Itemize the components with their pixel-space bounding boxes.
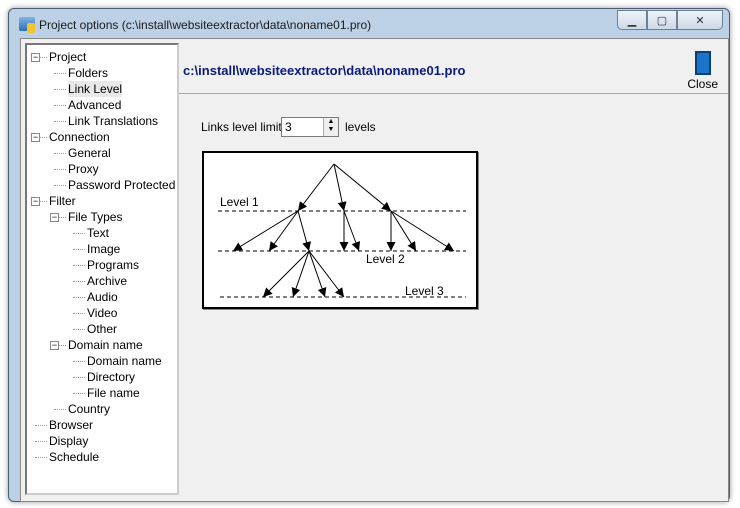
tree-connector [73, 281, 85, 282]
tree-connector [54, 105, 66, 106]
tree-connector [35, 441, 47, 442]
tree-item[interactable]: Proxy [68, 161, 99, 177]
link-arrow [291, 250, 310, 298]
link-arrow [308, 250, 345, 298]
tree-item[interactable]: Country [68, 401, 110, 417]
tree-item[interactable]: Project [49, 49, 86, 65]
tree-item[interactable]: Other [87, 321, 117, 337]
tree-item[interactable]: Advanced [68, 97, 121, 113]
header: c:\install\websiteextractor\data\noname0… [179, 39, 728, 94]
tree-item[interactable]: Filter [49, 193, 76, 209]
tree-item[interactable]: Directory [87, 369, 135, 385]
link-arrow [268, 210, 299, 252]
links-level-label: Links level limit [201, 120, 282, 134]
tree-item[interactable]: Display [49, 433, 88, 449]
tree-item[interactable]: Connection [49, 129, 110, 145]
tree-item[interactable]: Audio [87, 289, 118, 305]
link-arrow [262, 250, 310, 298]
level1-label: Level 1 [220, 195, 259, 209]
tree-item[interactable]: Schedule [49, 449, 99, 465]
tree-connector [73, 249, 85, 250]
link-arrow [297, 163, 335, 212]
tree-connector [73, 329, 85, 330]
tree-connector [54, 121, 66, 122]
collapse-toggle[interactable]: − [50, 341, 59, 350]
tree-item[interactable]: Link Translations [68, 113, 158, 129]
tree-item[interactable]: Browser [49, 417, 93, 433]
tree-connector [73, 265, 85, 266]
link-arrow [297, 210, 311, 252]
maximize-button[interactable]: ▢ [647, 10, 677, 30]
tree-item[interactable]: Programs [87, 257, 139, 273]
collapse-toggle[interactable]: − [50, 213, 59, 222]
links-level-value[interactable]: 3 [285, 120, 292, 134]
close-label: Close [687, 77, 718, 91]
links-level-stepper[interactable]: 3 ▲ ▼ [281, 117, 339, 137]
spin-up-button[interactable]: ▲ [324, 118, 338, 126]
tree-connector [54, 409, 66, 410]
link-arrow [390, 210, 455, 252]
collapse-toggle[interactable]: − [31, 197, 40, 206]
tree-connector [54, 185, 66, 186]
tree-item[interactable]: Image [87, 241, 120, 257]
tree-item[interactable]: Archive [87, 273, 127, 289]
tree-connector [35, 425, 47, 426]
tree-connector [54, 153, 66, 154]
link-arrow [390, 210, 417, 252]
levels-label: levels [345, 120, 376, 134]
tree-item[interactable]: General [68, 145, 111, 161]
window-title: Project options (c:\install\websiteextra… [39, 18, 372, 32]
close-button[interactable]: Close [687, 51, 718, 91]
link-level-panel: Links level limit 3 ▲ ▼ levels Level 1 Le… [179, 95, 728, 501]
tree-item[interactable]: Domain name [87, 353, 162, 369]
tree-connector [54, 89, 66, 90]
level2-label: Level 2 [366, 252, 405, 266]
link-arrow [343, 210, 361, 252]
tree-item[interactable]: Video [87, 305, 117, 321]
tree-connector [73, 233, 85, 234]
collapse-toggle[interactable]: − [31, 133, 40, 142]
link-arrow [308, 250, 327, 298]
door-icon [694, 51, 711, 75]
tree-connector [73, 313, 85, 314]
tree-item[interactable]: Text [87, 225, 109, 241]
tree-item[interactable]: Folders [68, 65, 108, 81]
tree-item[interactable]: File name [87, 385, 140, 401]
app-icon [19, 17, 35, 33]
link-arrow [232, 210, 299, 252]
tree-connector [73, 393, 85, 394]
tree-connector [73, 361, 85, 362]
tree-connector [73, 377, 85, 378]
collapse-toggle[interactable]: − [31, 53, 40, 62]
tree-item[interactable]: File Types [68, 209, 122, 225]
tree-connector [54, 73, 66, 74]
options-tree[interactable]: Project − Folders Link Level Advanced Link Tr… [25, 43, 179, 495]
minimize-button[interactable]: ▁ [617, 10, 647, 30]
project-path: c:\install\websiteextractor\data\noname0… [183, 63, 466, 78]
tree-item[interactable]: Domain name [68, 337, 143, 353]
tree-item[interactable]: Password Protected [68, 177, 175, 193]
tree-connector [54, 169, 66, 170]
spin-down-button[interactable]: ▼ [324, 126, 338, 134]
tree-connector [73, 297, 85, 298]
link-level-diagram: Level 1 Level 2 Level 3 [202, 151, 478, 309]
project-options-window: Project options (c:\install\websiteextra… [8, 8, 730, 502]
tree-connector [35, 457, 47, 458]
level3-label: Level 3 [405, 284, 444, 298]
tree-item[interactable]: Link Level [68, 81, 123, 97]
close-window-button[interactable]: ✕ [677, 10, 723, 30]
